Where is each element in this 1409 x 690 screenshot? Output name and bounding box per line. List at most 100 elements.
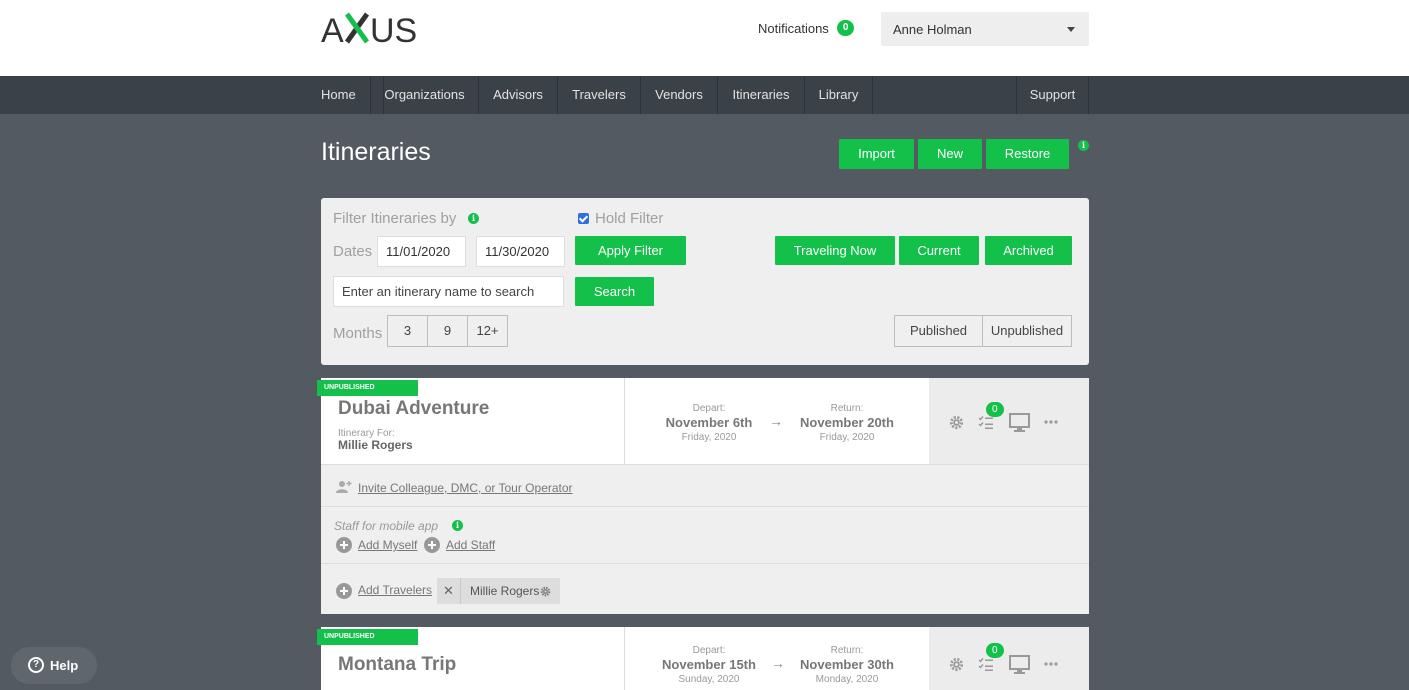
nav-vendors[interactable]: Vendors: [641, 76, 718, 114]
return-date: November 30th: [800, 657, 894, 672]
itinerary-title[interactable]: Montana Trip: [338, 654, 456, 676]
nav-library[interactable]: Library: [805, 76, 873, 114]
return-label: Return:: [830, 645, 864, 656]
arrow-right-icon: →: [771, 655, 785, 671]
status-badge: UNPUBLISHED: [317, 380, 418, 396]
notifications-count-badge: 0: [836, 20, 855, 36]
user-menu-select[interactable]: Anne Holman: [881, 12, 1089, 46]
new-button[interactable]: New: [918, 139, 982, 169]
itinerary-card: UNPUBLISHED Dubai Adventure Itinerary Fo…: [317, 378, 1089, 614]
notifications[interactable]: Notifications 0: [758, 20, 855, 36]
restore-button[interactable]: Restore: [986, 139, 1069, 169]
nav-advisors[interactable]: Advisors: [479, 76, 558, 114]
unpublished-button[interactable]: Unpublished: [982, 315, 1072, 347]
help-button[interactable]: ? Help: [11, 647, 97, 684]
invite-row: Invite Colleague, DMC, or Tour Operator: [321, 464, 1089, 506]
dates-label: Dates: [333, 243, 373, 260]
depart-day: Sunday, 2020: [678, 674, 740, 685]
depart-day: Friday, 2020: [681, 432, 737, 443]
remove-traveler-icon[interactable]: ✕: [437, 578, 461, 604]
info-icon[interactable]: i: [1078, 140, 1089, 151]
add-staff-plus-icon[interactable]: [424, 537, 440, 553]
nav-travelers[interactable]: Travelers: [558, 76, 641, 114]
add-staff-link[interactable]: Add Staff: [446, 538, 495, 552]
checklist-icon[interactable]: [978, 415, 994, 430]
notifications-label: Notifications: [758, 20, 829, 36]
more-options-icon[interactable]: [1044, 662, 1058, 666]
divider: [624, 378, 625, 464]
return-day: Monday, 2020: [815, 674, 879, 685]
return-date: November 20th: [800, 415, 894, 430]
itinerary-card: UNPUBLISHED Montana Trip Depart: Novembe…: [317, 627, 1089, 690]
itinerary-search-input[interactable]: Enter an itinerary name to search: [333, 276, 564, 307]
card-actions: 0: [929, 378, 1089, 464]
apply-filter-button[interactable]: Apply Filter: [575, 236, 686, 265]
monitor-icon[interactable]: [1009, 655, 1030, 674]
nav-itineraries[interactable]: Itineraries: [718, 76, 805, 114]
staff-row: Staff for mobile app i Add Myself Add St…: [321, 506, 1089, 563]
itinerary-for-name: Millie Rogers: [338, 438, 413, 452]
more-options-icon[interactable]: [1044, 420, 1058, 424]
card-actions: 0: [929, 627, 1089, 690]
svg-text:US: US: [370, 12, 417, 48]
invite-colleague-link[interactable]: Invite Colleague, DMC, or Tour Operator: [358, 481, 573, 495]
add-myself-link[interactable]: Add Myself: [358, 538, 417, 552]
depart-label: Depart:: [692, 645, 726, 656]
add-user-icon: [336, 481, 352, 493]
hold-filter-checkbox[interactable]: [578, 213, 589, 224]
traveling-now-button[interactable]: Traveling Now: [775, 236, 895, 265]
return-label: Return:: [830, 403, 864, 414]
divider: [624, 627, 625, 690]
months-3-button[interactable]: 3: [387, 315, 428, 347]
axus-logo[interactable]: A US: [321, 8, 426, 48]
date-from-input[interactable]: 11/01/2020: [377, 236, 466, 267]
logo-letter-a: A: [321, 12, 344, 48]
add-travelers-plus-icon[interactable]: [336, 583, 352, 599]
depart-label: Depart:: [692, 403, 726, 414]
add-myself-plus-icon[interactable]: [336, 537, 352, 553]
add-travelers-link[interactable]: Add Travelers: [358, 583, 432, 597]
traveler-chip: ✕ Millie Rogers: [437, 578, 560, 604]
archived-button[interactable]: Archived: [985, 236, 1072, 265]
arrow-right-icon: →: [769, 413, 783, 429]
months-9-button[interactable]: 9: [427, 315, 468, 347]
gear-icon[interactable]: [949, 657, 964, 672]
return-day: Friday, 2020: [819, 432, 875, 443]
import-button[interactable]: Import: [839, 139, 914, 169]
traveler-gear-icon[interactable]: [540, 586, 551, 597]
gear-icon[interactable]: [949, 415, 964, 430]
months-label: Months: [333, 325, 383, 342]
itinerary-title[interactable]: Dubai Adventure: [338, 398, 489, 420]
nav-support[interactable]: Support: [1016, 76, 1089, 114]
search-button[interactable]: Search: [575, 277, 654, 306]
filter-panel: Filter Itineraries by i Hold Filter Date…: [321, 198, 1089, 365]
filter-heading: Filter Itineraries by: [333, 210, 457, 227]
help-question-icon: ?: [28, 657, 44, 673]
depart-info: Depart: November 6th Friday, 2020: [659, 403, 759, 443]
top-header: A US Notifications 0 Anne Holman: [0, 0, 1409, 76]
current-button[interactable]: Current: [899, 236, 979, 265]
staff-label: Staff for mobile app: [334, 519, 439, 533]
user-name: Anne Holman: [893, 22, 972, 37]
traveler-chip-name: Millie Rogers: [470, 584, 540, 598]
depart-info: Depart: November 15th Sunday, 2020: [653, 645, 765, 685]
nav-organizations[interactable]: Organizations: [370, 76, 479, 114]
published-button[interactable]: Published: [894, 315, 983, 347]
date-to-input[interactable]: 11/30/2020: [476, 236, 565, 267]
checklist-count-badge: 0: [986, 402, 1004, 417]
caret-down-icon: [1067, 27, 1075, 32]
months-12-plus-button[interactable]: 12+: [467, 315, 508, 347]
depart-date: November 6th: [665, 415, 753, 430]
filter-info-icon[interactable]: i: [468, 213, 479, 224]
help-label: Help: [50, 658, 79, 673]
hold-filter-label: Hold Filter: [595, 210, 664, 227]
checklist-count-badge: 0: [986, 643, 1004, 658]
status-badge: UNPUBLISHED: [317, 629, 418, 645]
staff-info-icon[interactable]: i: [452, 520, 463, 531]
return-info: Return: November 20th Friday, 2020: [793, 403, 901, 443]
monitor-icon[interactable]: [1009, 413, 1030, 432]
depart-date: November 15th: [662, 657, 756, 672]
checklist-icon[interactable]: [978, 657, 994, 672]
main-nav: Home Organizations Advisors Travelers Ve…: [0, 76, 1409, 114]
return-info: Return: November 30th Monday, 2020: [793, 645, 901, 685]
